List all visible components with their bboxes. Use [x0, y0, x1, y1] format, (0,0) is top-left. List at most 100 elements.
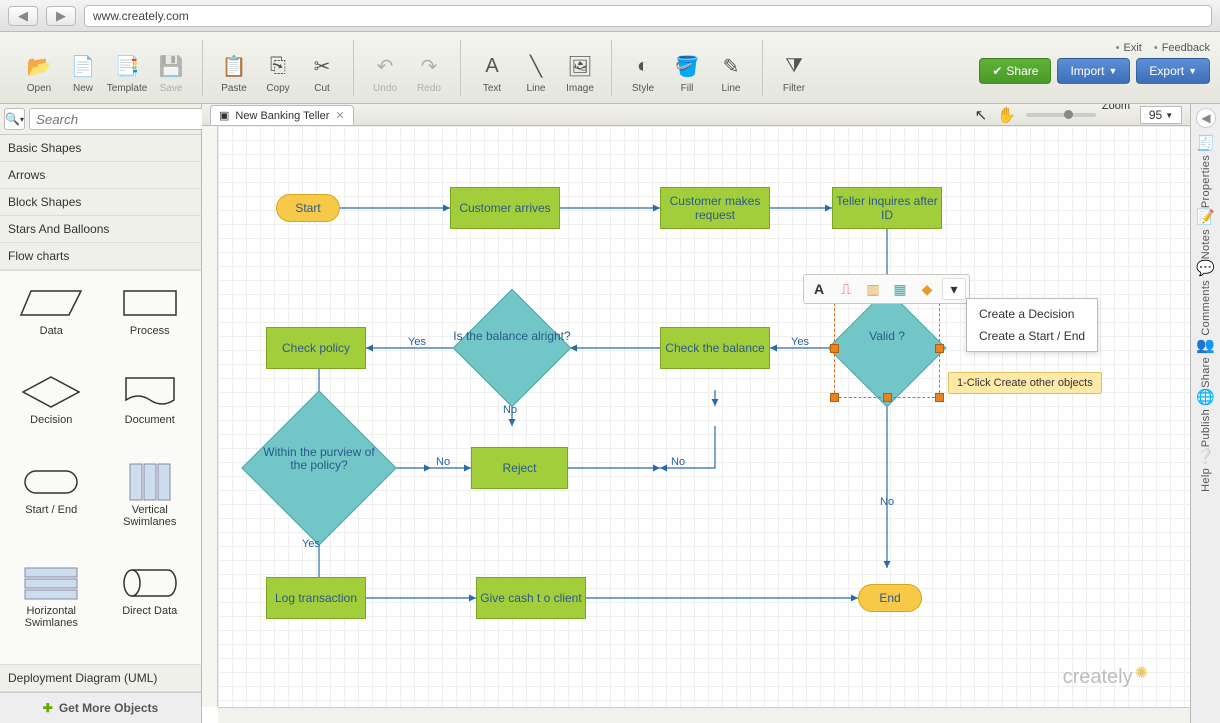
- context-create-menu[interactable]: Create a Decision Create a Start / End: [966, 298, 1098, 352]
- comments-icon: 💬: [1196, 259, 1215, 277]
- document-tab[interactable]: ▣ New Banking Teller ✕: [210, 105, 354, 125]
- new-icon: 📄: [69, 53, 97, 81]
- data-shape-icon: [19, 285, 83, 321]
- category-arrows[interactable]: Arrows: [0, 162, 201, 189]
- palette-hswim[interactable]: Horizontal Swimlanes: [4, 559, 99, 656]
- selection-outline: [834, 298, 940, 398]
- zoom-label: Zoom: [1102, 104, 1130, 112]
- line2-button[interactable]: ✎Line: [710, 53, 752, 96]
- node-customer-arrives[interactable]: Customer arrives: [450, 187, 560, 229]
- save-button[interactable]: 💾Save: [150, 53, 192, 96]
- style-button[interactable]: ◐Style: [622, 53, 664, 96]
- forward-button[interactable]: ▶: [46, 6, 76, 26]
- collapse-rail-icon[interactable]: ◀: [1196, 108, 1216, 128]
- ctx-dropdown-icon[interactable]: ▾: [942, 278, 966, 300]
- open-button[interactable]: 📂Open: [18, 53, 60, 96]
- undo-button[interactable]: ↶Undo: [364, 53, 406, 96]
- fill-button[interactable]: 🪣Fill: [666, 53, 708, 96]
- copy-button[interactable]: ⎘Copy: [257, 53, 299, 96]
- page-icon: ▣: [219, 109, 229, 122]
- filter-button[interactable]: ⧩Filter: [773, 53, 815, 96]
- pan-tool-icon[interactable]: ✋: [997, 106, 1016, 124]
- cut-button[interactable]: ✂Cut: [301, 53, 343, 96]
- category-deployment[interactable]: Deployment Diagram (UML): [0, 665, 201, 692]
- contextual-toolbar[interactable]: A ⎍ ▥ ▦ ◆ ▾: [803, 274, 970, 304]
- share-icon: 👥: [1196, 336, 1215, 354]
- horizontal-scrollbar[interactable]: [218, 707, 1190, 723]
- category-basic-shapes[interactable]: Basic Shapes: [0, 135, 201, 162]
- canvas[interactable]: Start Customer arrives Customer makes re…: [218, 126, 1190, 707]
- style-icon: ◐: [629, 53, 657, 81]
- import-button[interactable]: Import ▼: [1057, 58, 1130, 84]
- rail-properties[interactable]: 🧾Properties: [1196, 134, 1215, 208]
- edge-label-no: No: [436, 456, 450, 468]
- paste-button[interactable]: 📋Paste: [213, 53, 255, 96]
- share-button[interactable]: ✔ Share: [979, 58, 1051, 84]
- edge-label-no: No: [671, 456, 685, 468]
- palette-process[interactable]: Process: [103, 279, 198, 364]
- zoom-value-box[interactable]: 95▼: [1140, 106, 1182, 124]
- new-button[interactable]: 📄New: [62, 53, 104, 96]
- node-start[interactable]: Start: [276, 194, 340, 222]
- document-shape-icon: [118, 374, 182, 410]
- ctx-layer-icon[interactable]: ▥: [861, 278, 885, 300]
- text-button[interactable]: AText: [471, 53, 513, 96]
- get-more-objects[interactable]: Get More Objects: [0, 692, 201, 723]
- template-icon: 📑: [113, 53, 141, 81]
- palette-data[interactable]: Data: [4, 279, 99, 364]
- edge-label-yes: Yes: [791, 336, 809, 348]
- ctx-table-icon[interactable]: ▦: [888, 278, 912, 300]
- palette-startend[interactable]: Start / End: [4, 458, 99, 555]
- close-tab-icon[interactable]: ✕: [335, 109, 344, 122]
- undo-icon: ↶: [371, 53, 399, 81]
- vswim-shape-icon: [118, 464, 182, 500]
- node-teller-id[interactable]: Teller inquires after ID: [832, 187, 942, 229]
- ctx-text-icon[interactable]: A: [807, 278, 831, 300]
- rail-help[interactable]: ❔Help: [1196, 447, 1215, 492]
- palette-decision[interactable]: Decision: [4, 368, 99, 453]
- line-button[interactable]: ╲Line: [515, 53, 557, 96]
- publish-icon: 🌐: [1196, 388, 1215, 406]
- palette-document[interactable]: Document: [103, 368, 198, 453]
- node-end[interactable]: End: [858, 584, 922, 612]
- url-bar[interactable]: www.creately.com: [84, 5, 1212, 27]
- redo-button[interactable]: ↷Redo: [408, 53, 450, 96]
- ctx-connector-icon[interactable]: ⎍: [834, 278, 858, 300]
- rail-notes[interactable]: 📝Notes: [1196, 208, 1215, 259]
- rail-share[interactable]: 👥Share: [1196, 336, 1215, 388]
- node-customer-request[interactable]: Customer makes request: [660, 187, 770, 229]
- node-log-tx[interactable]: Log transaction: [266, 577, 366, 619]
- toolbar-links: Exit Feedback: [1116, 42, 1210, 54]
- back-button[interactable]: ◀: [8, 6, 38, 26]
- node-check-policy[interactable]: Check policy: [266, 327, 366, 369]
- category-flow-charts[interactable]: Flow charts: [0, 243, 201, 270]
- rail-publish[interactable]: 🌐Publish: [1196, 388, 1215, 447]
- ctx-shape-icon[interactable]: ◆: [915, 278, 939, 300]
- search-icon[interactable]: 🔍▾: [4, 108, 25, 130]
- category-block-shapes[interactable]: Block Shapes: [0, 189, 201, 216]
- search-input[interactable]: [29, 108, 222, 130]
- process-shape-icon: [118, 285, 182, 321]
- export-button[interactable]: Export ▼: [1136, 58, 1210, 84]
- feedback-link[interactable]: Feedback: [1154, 42, 1210, 54]
- node-check-balance[interactable]: Check the balance: [660, 327, 770, 369]
- creately-logo: creately✺: [1063, 663, 1148, 689]
- zoom-slider[interactable]: [1026, 113, 1096, 117]
- pointer-tool-icon[interactable]: ↖: [975, 106, 988, 124]
- browser-bar: ◀ ▶ www.creately.com: [0, 0, 1220, 32]
- redo-icon: ↷: [415, 53, 443, 81]
- exit-link[interactable]: Exit: [1116, 42, 1142, 54]
- node-give-cash[interactable]: Give cash t o client: [476, 577, 586, 619]
- edge-label-no: No: [503, 404, 517, 416]
- palette-vswim[interactable]: Vertical Swimlanes: [103, 458, 198, 555]
- ctx-menu-startend[interactable]: Create a Start / End: [967, 325, 1097, 347]
- palette-directdata[interactable]: Direct Data: [103, 559, 198, 656]
- rail-comments[interactable]: 💬Comments: [1196, 259, 1215, 336]
- decision-shape-icon: [19, 374, 83, 410]
- help-icon: ❔: [1196, 447, 1215, 465]
- category-stars-and-balloons[interactable]: Stars And Balloons: [0, 216, 201, 243]
- template-button[interactable]: 📑Template: [106, 53, 148, 96]
- image-button[interactable]: 🖼Image: [559, 53, 601, 96]
- ctx-menu-decision[interactable]: Create a Decision: [967, 303, 1097, 325]
- node-reject[interactable]: Reject: [471, 447, 568, 489]
